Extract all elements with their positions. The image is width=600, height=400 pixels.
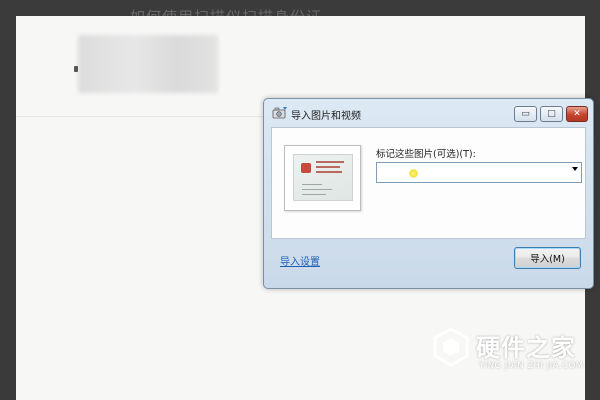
tag-label: 标记这些图片(可选)(T): <box>376 149 476 160</box>
dialog-title: 导入图片和视频 <box>291 111 361 122</box>
card-text-line <box>316 161 344 163</box>
minimize-button[interactable]: ▭ <box>514 106 537 122</box>
watermark-logo-icon <box>433 327 469 367</box>
import-settings-link[interactable]: 导入设置 <box>280 253 320 268</box>
dialog-content: 标记这些图片(可选)(T): <box>271 127 586 239</box>
id-card-thumbnail-icon <box>293 154 353 201</box>
minimize-icon: ▭ <box>521 108 530 119</box>
card-detail-line <box>302 194 326 195</box>
dialog-titlebar[interactable]: 导入图片和视频 ▭ □ ✕ <box>264 99 593 127</box>
maximize-icon: □ <box>547 108 556 119</box>
image-thumbnail <box>284 145 361 211</box>
card-text-line <box>316 171 342 173</box>
back-arrow-icon <box>74 66 78 72</box>
card-detail-line <box>302 184 322 185</box>
watermark-title: 硬件之家 <box>476 334 576 362</box>
card-text-line <box>316 166 340 168</box>
emblem-icon <box>301 163 311 173</box>
dropdown-arrow-icon[interactable] <box>572 167 578 171</box>
tag-combobox[interactable] <box>376 162 582 183</box>
import-pictures-dialog: 导入图片和视频 ▭ □ ✕ 标记这些图片(可选)(T): 导入设置 导入(M) <box>263 98 594 289</box>
blurred-image <box>78 35 218 93</box>
mouse-cursor-highlight <box>409 169 418 178</box>
close-icon: ✕ <box>573 108 581 119</box>
background-divider <box>16 116 264 117</box>
camera-import-icon <box>272 107 287 119</box>
close-button[interactable]: ✕ <box>566 106 588 122</box>
watermark-subtitle: YING JIAN ZHI JIA.COM <box>479 361 584 371</box>
card-detail-line <box>302 189 332 190</box>
import-button[interactable]: 导入(M) <box>514 247 581 269</box>
maximize-button[interactable]: □ <box>540 106 563 122</box>
